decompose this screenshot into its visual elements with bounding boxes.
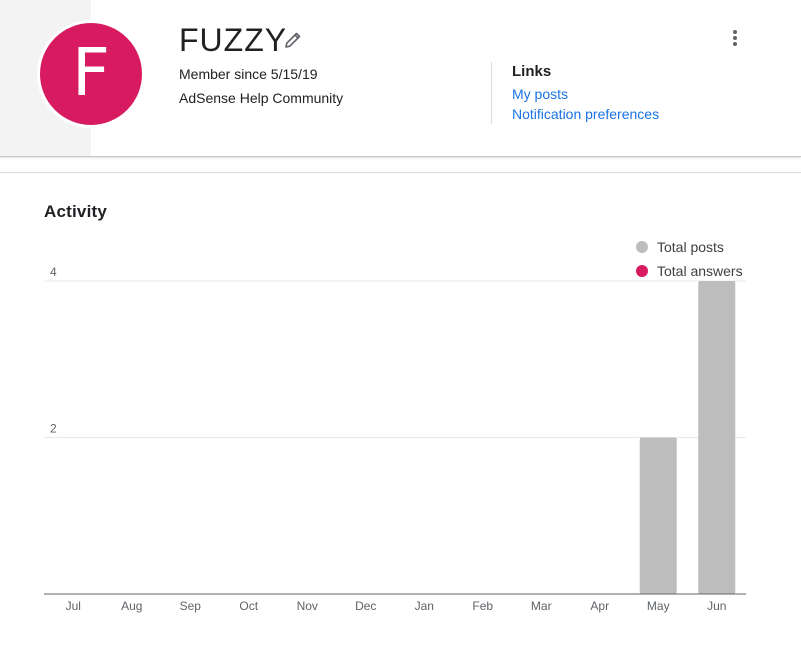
x-tick-label-oct: Oct [239, 599, 258, 613]
chart-legend: Total posts Total answers [636, 235, 743, 283]
legend-dot-total-answers [636, 265, 648, 277]
x-tick-label-dec: Dec [355, 599, 376, 613]
x-tick-label-jul: Jul [66, 599, 81, 613]
y-tick-label-4: 4 [50, 265, 57, 279]
legend-label-total-posts: Total posts [657, 239, 724, 255]
legend-dot-total-posts [636, 241, 648, 253]
x-tick-label-may: May [647, 599, 670, 613]
bar-total-posts-jun [698, 281, 736, 594]
x-tick-label-aug: Aug [121, 599, 142, 613]
x-tick-label-feb: Feb [472, 599, 493, 613]
y-tick-label-2: 2 [50, 422, 57, 436]
x-tick-label-jun: Jun [707, 599, 726, 613]
x-tick-label-mar: Mar [531, 599, 552, 613]
x-tick-label-apr: Apr [590, 599, 609, 613]
x-tick-label-nov: Nov [297, 599, 318, 613]
legend-item-total-posts: Total posts [636, 235, 743, 259]
x-tick-label-sep: Sep [180, 599, 202, 613]
bar-total-posts-may [639, 437, 677, 594]
legend-item-total-answers: Total answers [636, 259, 743, 283]
legend-label-total-answers: Total answers [657, 263, 743, 279]
activity-chart: 2 4 Jul Aug Sep Oct Nov Dec Jan Feb Mar Apr May Jun [44, 265, 746, 613]
x-tick-label-jan: Jan [415, 599, 434, 613]
